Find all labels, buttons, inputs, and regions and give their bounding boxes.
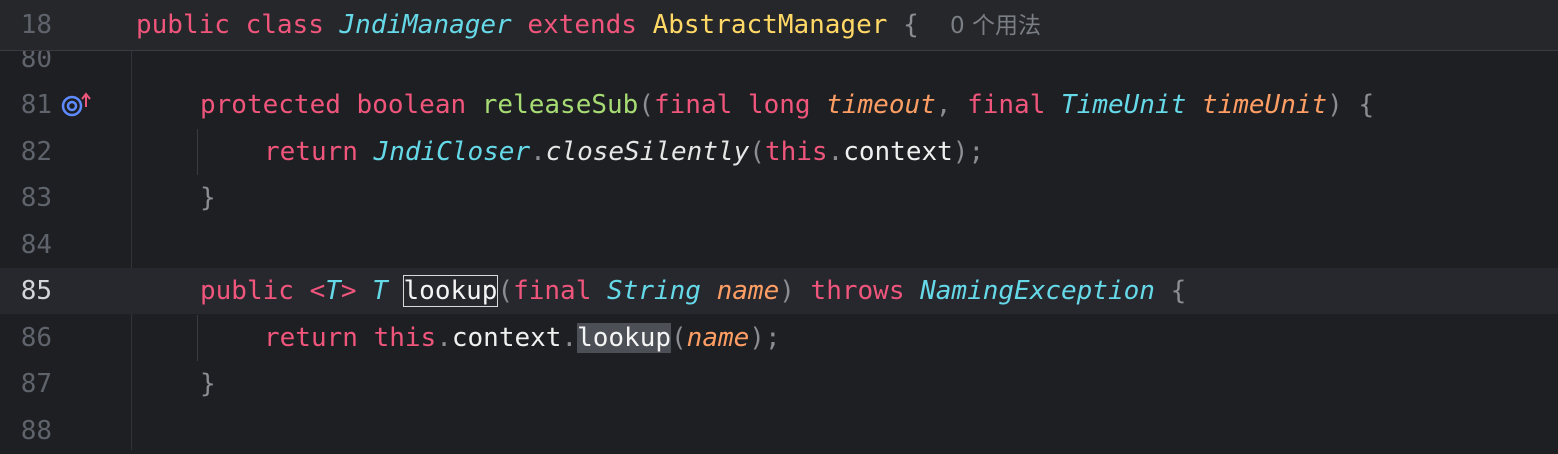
keyword: extends [527, 10, 637, 40]
parameter[interactable]: timeout [826, 90, 936, 120]
brace: { [1358, 90, 1375, 120]
code-editor[interactable]: 18 public class JndiManager extends Abst… [0, 0, 1558, 450]
keyword: this [373, 323, 437, 353]
keyword: public [200, 276, 294, 306]
angle-bracket: < [309, 276, 326, 306]
code-line[interactable]: 83 } [0, 175, 1558, 221]
comma: , [935, 90, 952, 120]
brace: { [903, 10, 919, 40]
angle-bracket: > [340, 276, 357, 306]
line-number: 82 [20, 137, 52, 167]
class-name[interactable]: JndiCloser [374, 137, 531, 167]
line-number: 81 [20, 90, 52, 120]
paren: ( [497, 276, 514, 306]
dot: . [827, 137, 844, 167]
field-name[interactable]: context [843, 137, 953, 167]
keyword: final [967, 90, 1046, 120]
code-line[interactable]: 86 return this.context.lookup(name); [0, 315, 1558, 361]
method-name-selected[interactable]: lookup [402, 275, 499, 307]
paren: ( [638, 90, 654, 120]
paren: ) [779, 276, 795, 306]
code-line[interactable]: 87 } [0, 361, 1558, 407]
indent-guide [197, 315, 198, 361]
type-name[interactable]: TimeUnit [1061, 90, 1186, 120]
line-number: 85 [20, 276, 52, 306]
code-line[interactable]: 82 return JndiCloser.closeSilently(this.… [0, 129, 1558, 175]
keyword: return [264, 137, 358, 167]
method-signature: public <T> T lookup(final String name) t… [200, 268, 1186, 314]
exception-type[interactable]: NamingException [920, 276, 1155, 306]
keyword: return [264, 323, 358, 353]
line-number: 86 [20, 323, 52, 353]
parameter[interactable]: name [687, 323, 750, 353]
line-number: 83 [20, 183, 52, 213]
keyword: long [747, 90, 811, 120]
dot: . [436, 323, 452, 353]
parameter[interactable]: timeUnit [1202, 90, 1327, 120]
paren: ); [952, 137, 985, 167]
method-signature: protected boolean releaseSub(final long … [200, 82, 1374, 128]
brace: { [1170, 276, 1187, 306]
brace: } [200, 183, 216, 213]
closing-brace: } [200, 175, 216, 221]
code-line[interactable]: 84 [0, 222, 1558, 268]
paren: ( [671, 323, 687, 353]
return-type[interactable]: T [372, 276, 388, 306]
indent-guide [197, 129, 198, 175]
parameter[interactable]: name [717, 276, 780, 306]
keyword: final [513, 276, 592, 306]
implements-method-icon[interactable] [60, 91, 92, 119]
field-name[interactable]: context [452, 323, 562, 353]
keyword: boolean [356, 90, 467, 120]
current-code-line[interactable]: 85 public <T> T lookup(final String name… [0, 268, 1558, 314]
method-call-highlighted[interactable]: lookup [577, 323, 672, 353]
keyword: public [136, 10, 230, 40]
closing-brace: } [200, 361, 216, 407]
method-name[interactable]: releaseSub [482, 90, 639, 120]
paren: ) [1327, 90, 1343, 120]
superclass-name[interactable]: AbstractManager [653, 10, 888, 40]
statement: return JndiCloser.closeSilently(this.con… [264, 129, 984, 175]
line-number: 88 [20, 416, 52, 446]
paren: ( [749, 137, 765, 167]
paren: ); [749, 323, 781, 353]
keyword: final [653, 90, 733, 120]
keyword: class [245, 10, 324, 40]
method-call[interactable]: closeSilently [546, 137, 750, 167]
dot: . [530, 137, 546, 167]
keyword: this [764, 137, 828, 167]
type-name[interactable]: String [607, 276, 701, 306]
brace: } [200, 369, 216, 399]
type-parameter[interactable]: T [325, 276, 341, 306]
line-number: 84 [20, 230, 52, 260]
sticky-code: public class JndiManager extends Abstrac… [136, 2, 1041, 49]
class-name[interactable]: JndiManager [340, 10, 512, 40]
line-number: 18 [20, 10, 52, 40]
sticky-class-header[interactable]: 18 public class JndiManager extends Abst… [0, 0, 1558, 51]
code-line[interactable]: 88 [0, 408, 1558, 454]
keyword: protected [200, 90, 341, 120]
usage-hint[interactable]: 0 个用法 [950, 13, 1041, 39]
keyword: throws [810, 276, 905, 306]
statement: return this.context.lookup(name); [264, 315, 781, 361]
line-number: 87 [20, 369, 52, 399]
code-line[interactable]: 81 protected boolean releaseSub(final lo… [0, 82, 1558, 128]
dot: . [561, 323, 578, 353]
